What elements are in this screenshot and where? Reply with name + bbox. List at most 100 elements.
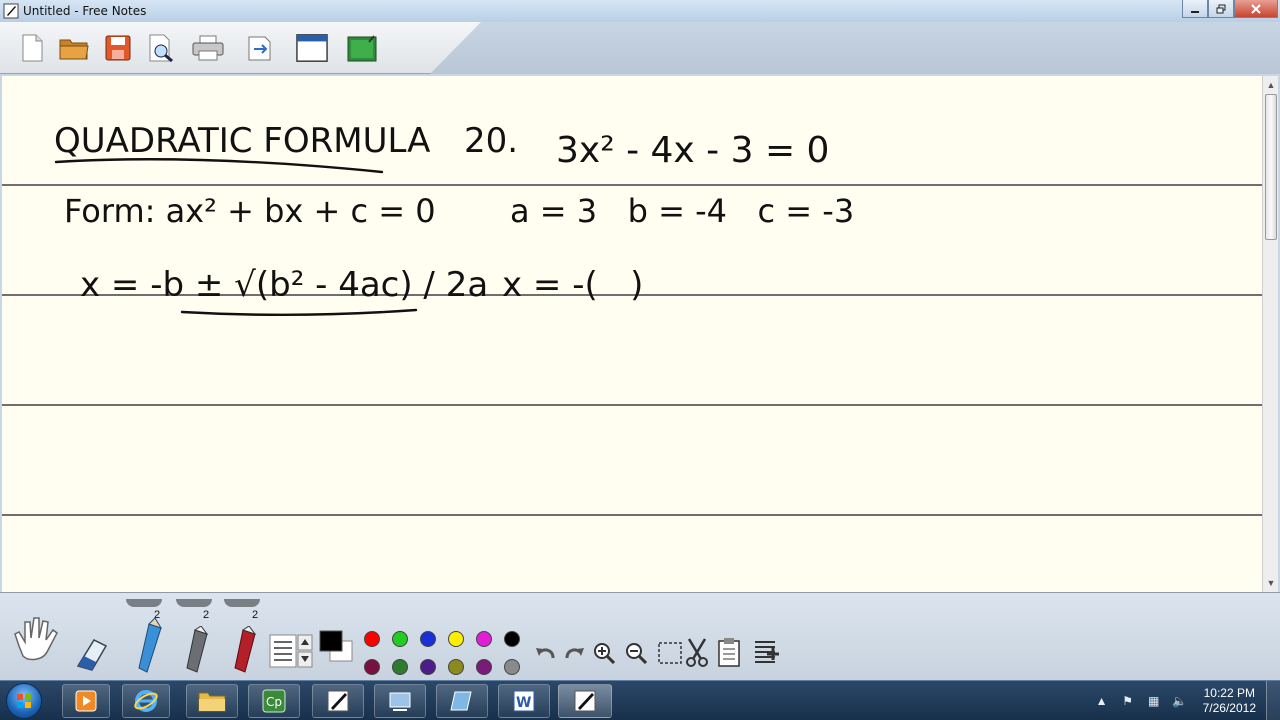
line-width-selector[interactable] xyxy=(268,633,314,669)
minimize-icon xyxy=(1191,10,1199,13)
internet-explorer-icon xyxy=(134,690,158,712)
title-underline-stroke xyxy=(54,158,384,174)
minimize-button[interactable] xyxy=(1182,0,1208,18)
volume-icon[interactable]: 🔈 xyxy=(1171,692,1189,710)
hand-tool[interactable] xyxy=(8,615,64,665)
taskbar-media-player[interactable] xyxy=(62,684,110,718)
selection-rectangle-icon xyxy=(658,642,682,664)
start-button[interactable] xyxy=(6,683,42,719)
clock-time: 10:22 PM xyxy=(1203,686,1255,700)
color-dark-purple[interactable] xyxy=(420,659,436,675)
fraction-bar-stroke xyxy=(180,308,418,316)
pen-app-icon xyxy=(574,690,596,712)
network-icon xyxy=(389,692,411,711)
save-button[interactable] xyxy=(102,32,134,64)
pen-size-label: 2 xyxy=(203,609,210,621)
show-desktop-button[interactable] xyxy=(1266,681,1280,720)
work-in-progress-note: x = -( ) xyxy=(502,265,643,305)
window-button[interactable] xyxy=(296,32,328,64)
color-blue[interactable] xyxy=(420,631,436,647)
arrow-up-icon: ▲ xyxy=(1266,80,1276,90)
color-dark-red[interactable] xyxy=(364,659,380,675)
scroll-down-button[interactable]: ▼ xyxy=(1263,576,1279,590)
restore-icon xyxy=(1216,4,1226,13)
action-center-flag-icon[interactable]: ⚑ xyxy=(1119,692,1137,710)
taskbar-free-notes-1[interactable] xyxy=(312,684,364,718)
taskbar-internet-explorer[interactable] xyxy=(122,684,170,718)
export-icon xyxy=(248,36,271,61)
green-board-icon xyxy=(347,35,377,62)
hand-icon xyxy=(14,617,58,661)
windows-logo-icon xyxy=(17,694,31,708)
redo-button[interactable] xyxy=(562,641,586,665)
pen-size-label: 2 xyxy=(252,609,259,621)
main-toolbar xyxy=(0,22,1280,74)
pen-slot-indicator xyxy=(224,599,260,607)
marker-tool[interactable] xyxy=(178,625,214,675)
eraser-tool[interactable] xyxy=(72,635,112,673)
open-folder-button[interactable] xyxy=(58,32,90,64)
problem-number: 20. xyxy=(464,121,518,161)
close-icon xyxy=(1251,3,1261,14)
magnifier-document-icon xyxy=(149,34,173,63)
clock[interactable]: 10:22 PM 7/26/2012 xyxy=(1203,686,1256,716)
eraser-icon xyxy=(76,639,108,671)
export-button[interactable] xyxy=(244,32,276,64)
color-olive[interactable] xyxy=(448,659,464,675)
taskbar-file-explorer[interactable] xyxy=(186,684,238,718)
color-green[interactable] xyxy=(392,631,408,647)
pen-app-icon xyxy=(327,690,349,712)
problem-equation: 3x² - 4x - 3 = 0 xyxy=(556,130,829,171)
restore-button[interactable] xyxy=(1208,0,1234,18)
taskbar: Cp W ▲ ⚑ ▦ 🔈 10:22 PM 7/26/2012 xyxy=(0,680,1280,720)
window-title: Untitled - Free Notes xyxy=(23,4,147,18)
note-canvas[interactable]: QUADRATIC FORMULA 20. 3x² - 4x - 3 = 0 F… xyxy=(2,76,1262,592)
scroll-thumb[interactable] xyxy=(1265,94,1277,240)
taskbar-free-notes-active[interactable] xyxy=(558,684,612,718)
color-gray[interactable] xyxy=(504,659,520,675)
select-region-button[interactable] xyxy=(656,641,686,665)
taskbar-notes-app[interactable] xyxy=(436,684,488,718)
current-color-picker[interactable] xyxy=(318,629,354,663)
quadratic-formula-note: x = -b ± √(b² - 4ac) / 2a xyxy=(80,265,488,305)
taskbar-word[interactable]: W xyxy=(498,684,550,718)
color-purple[interactable] xyxy=(476,659,492,675)
red-marker-icon xyxy=(234,626,257,673)
color-black[interactable] xyxy=(504,631,520,647)
title-bar: Untitled - Free Notes xyxy=(0,0,1280,22)
pen-slot-indicator xyxy=(126,599,162,607)
new-document-icon xyxy=(22,34,43,62)
pencil-tool[interactable] xyxy=(130,617,166,675)
close-button[interactable] xyxy=(1234,0,1278,18)
undo-button[interactable] xyxy=(534,641,558,665)
scroll-up-button[interactable]: ▲ xyxy=(1263,78,1279,92)
pencil-icon xyxy=(138,618,163,673)
notepad-icon xyxy=(450,691,472,711)
insert-space-button[interactable] xyxy=(752,637,782,667)
new-document-button[interactable] xyxy=(16,32,48,64)
folder-icon xyxy=(59,39,89,60)
paste-button[interactable] xyxy=(716,637,742,667)
zoom-in-button[interactable] xyxy=(592,641,616,665)
taskbar-camtasia[interactable]: Cp xyxy=(248,684,300,718)
redo-icon xyxy=(565,648,584,659)
marker-icon xyxy=(186,626,209,673)
highlighter-tool[interactable] xyxy=(226,625,262,675)
color-red[interactable] xyxy=(364,631,380,647)
zoom-out-button[interactable] xyxy=(624,641,648,665)
vertical-scrollbar[interactable]: ▲ ▼ xyxy=(1262,76,1278,592)
print-preview-button[interactable] xyxy=(146,32,178,64)
presentation-button[interactable] xyxy=(346,32,378,64)
pen-toolbox: 2 2 2 xyxy=(0,592,1280,680)
color-magenta[interactable] xyxy=(476,631,492,647)
color-dark-green[interactable] xyxy=(392,659,408,675)
print-button[interactable] xyxy=(192,32,224,64)
network-status-icon[interactable]: ▦ xyxy=(1145,692,1163,710)
camtasia-icon: Cp xyxy=(262,689,286,713)
coefficients-note: a = 3 b = -4 c = -3 xyxy=(510,192,854,230)
taskbar-network-tool[interactable] xyxy=(374,684,426,718)
color-yellow[interactable] xyxy=(448,631,464,647)
show-hidden-icons-icon[interactable]: ▲ xyxy=(1093,692,1111,710)
cut-button[interactable] xyxy=(684,637,710,667)
handwriting-layer: QUADRATIC FORMULA 20. 3x² - 4x - 3 = 0 F… xyxy=(54,121,854,316)
